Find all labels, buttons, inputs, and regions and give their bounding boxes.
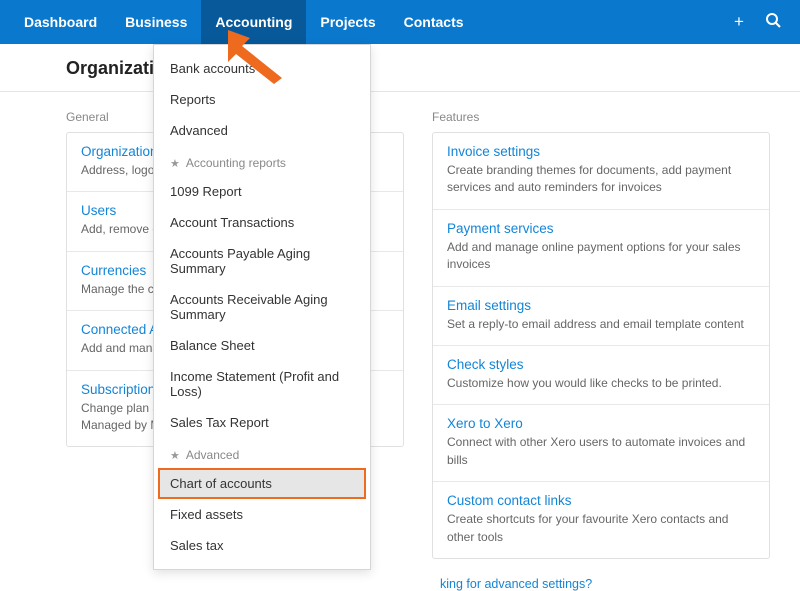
dropdown-item-chart-of-accounts[interactable]: Chart of accounts	[158, 468, 366, 499]
accounting-dropdown: Bank accounts Reports Advanced ★ Accounti…	[153, 44, 371, 570]
dropdown-item[interactable]: Sales Tax Report	[154, 407, 370, 438]
page-title: Organization s	[0, 44, 800, 92]
panel-row: Xero to Xero Connect with other Xero use…	[433, 405, 769, 482]
dropdown-item[interactable]: Accounts Payable Aging Summary	[154, 238, 370, 284]
dropdown-section-header: ★ Accounting reports	[154, 146, 370, 176]
panel-row: Email settings Set a reply-to email addr…	[433, 287, 769, 346]
plus-icon[interactable]: +	[722, 12, 756, 32]
row-title-link[interactable]: Payment services	[447, 221, 755, 236]
row-desc: Add and manage online payment options fo…	[447, 239, 755, 274]
star-icon: ★	[170, 157, 180, 170]
nav-projects[interactable]: Projects	[306, 0, 389, 44]
dropdown-item-advanced[interactable]: Advanced	[154, 115, 370, 146]
row-title-link[interactable]: Xero to Xero	[447, 416, 755, 431]
row-desc: Connect with other Xero users to automat…	[447, 434, 755, 469]
dropdown-item[interactable]: 1099 Report	[154, 176, 370, 207]
nav-accounting[interactable]: Accounting	[201, 0, 306, 44]
row-title-link[interactable]: Custom contact links	[447, 493, 755, 508]
row-title-link[interactable]: Check styles	[447, 357, 755, 372]
row-title-link[interactable]: Invoice settings	[447, 144, 755, 159]
dropdown-section-header: ★ Advanced	[154, 438, 370, 468]
dropdown-item[interactable]: Income Statement (Profit and Loss)	[154, 361, 370, 407]
row-title-link[interactable]: Email settings	[447, 298, 755, 313]
dropdown-item[interactable]: Accounts Receivable Aging Summary	[154, 284, 370, 330]
nav-dashboard[interactable]: Dashboard	[10, 0, 111, 44]
row-desc: Customize how you would like checks to b…	[447, 375, 755, 392]
panel-row: Custom contact links Create shortcuts fo…	[433, 482, 769, 558]
panel-row: Check styles Customize how you would lik…	[433, 346, 769, 405]
row-desc: Create branding themes for documents, ad…	[447, 162, 755, 197]
star-icon: ★	[170, 449, 180, 462]
row-desc: Create shortcuts for your favourite Xero…	[447, 511, 755, 546]
features-header: Features	[432, 110, 770, 124]
dropdown-section-label: Accounting reports	[186, 156, 286, 170]
search-icon[interactable]	[756, 12, 790, 33]
dropdown-item[interactable]: Balance Sheet	[154, 330, 370, 361]
panel-row: Payment services Add and manage online p…	[433, 210, 769, 287]
dropdown-item[interactable]: Fixed assets	[154, 499, 370, 530]
content: General Organization d Address, logo a U…	[0, 92, 800, 591]
dropdown-item[interactable]: Sales tax	[154, 530, 370, 561]
top-navigation: Dashboard Business Accounting Projects C…	[0, 0, 800, 44]
features-panel: Invoice settings Create branding themes …	[432, 132, 770, 559]
dropdown-item-bank-accounts[interactable]: Bank accounts	[154, 53, 370, 84]
dropdown-item[interactable]: Account Transactions	[154, 207, 370, 238]
dropdown-item-reports[interactable]: Reports	[154, 84, 370, 115]
nav-business[interactable]: Business	[111, 0, 201, 44]
features-column: Features Invoice settings Create brandin…	[432, 110, 770, 591]
advanced-settings-link[interactable]: king for advanced settings?	[432, 559, 770, 591]
panel-row: Invoice settings Create branding themes …	[433, 133, 769, 210]
nav-contacts[interactable]: Contacts	[390, 0, 478, 44]
dropdown-section-label: Advanced	[186, 448, 239, 462]
row-desc: Set a reply-to email address and email t…	[447, 316, 755, 333]
